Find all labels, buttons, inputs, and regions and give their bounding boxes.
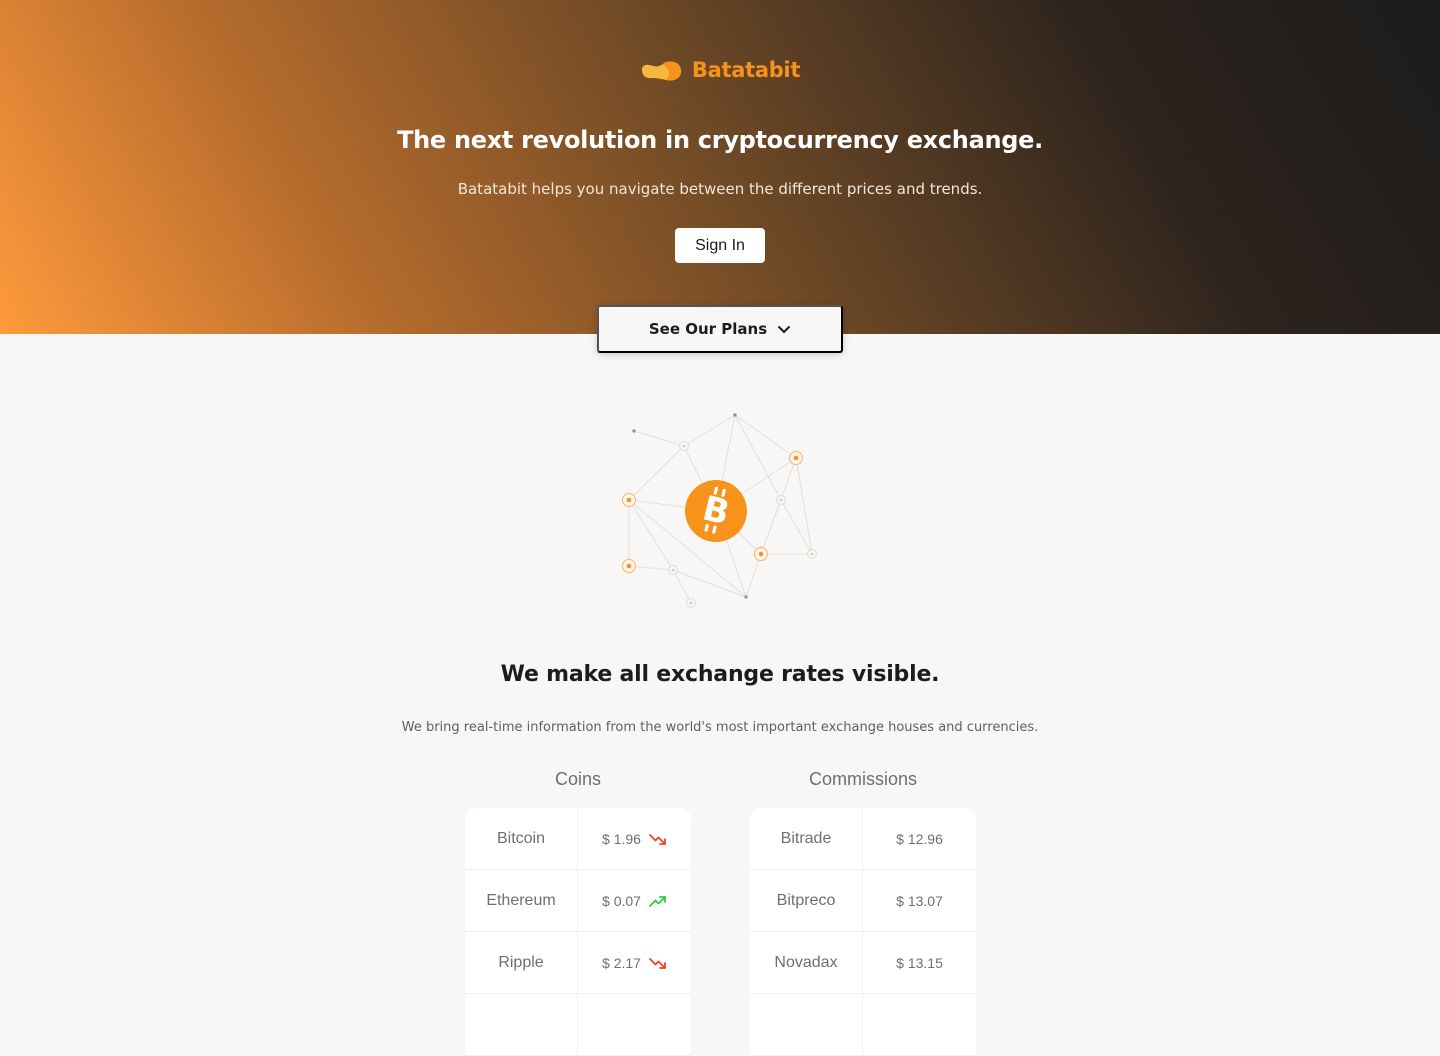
sign-in-button[interactable]: Sign In [675, 228, 765, 263]
brand-logo[interactable]: Batatabit [0, 56, 1440, 84]
hero-title: The next revolution in cryptocurrency ex… [397, 126, 1043, 154]
trending-up-icon [649, 895, 666, 907]
coin-price: $ 2.17 [602, 954, 641, 971]
sign-in-label: Sign In [695, 236, 745, 254]
bitcoin-icon: B [685, 480, 747, 542]
exchange-name: Bitpreco [750, 870, 863, 931]
table-row: Ethereum $ 0.07 [465, 870, 691, 932]
exchange-name: Novadax [750, 932, 863, 993]
see-plans-button[interactable]: See Our Plans [597, 305, 843, 353]
exchange-name: Bitrade [750, 808, 863, 869]
commission-value: $ 13.15 [896, 954, 943, 971]
coin-price-cell: $ 2.17 [578, 932, 691, 993]
see-plans-label: See Our Plans [648, 320, 768, 338]
table-row-partial [750, 994, 976, 1056]
commission-value: $ 12.96 [896, 830, 943, 847]
coins-table: Coins Bitcoin $ 1.96 Ethereum $ 0.07 Rip… [465, 766, 691, 1056]
coin-price-cell: $ 1.96 [578, 808, 691, 869]
commissions-table-caption: Commissions [808, 769, 918, 789]
chevron-down-icon [778, 325, 791, 333]
table-row-partial [465, 994, 691, 1056]
commission-value: $ 13.07 [896, 892, 943, 909]
table-row: Bitrade $ 12.96 [750, 808, 976, 870]
coin-price-cell: $ 0.07 [578, 870, 691, 931]
coin-price: $ 1.96 [602, 830, 641, 847]
bitcoin-network-illustration: B [622, 413, 817, 608]
hero-subtitle: Batatabit helps you navigate between the… [457, 180, 983, 198]
commissions-table: Commissions Bitrade $ 12.96 Bitpreco $ 1… [750, 766, 976, 1056]
exchange-section-subtitle: We bring real-time information from the … [401, 720, 1039, 735]
coin-name: Bitcoin [465, 808, 578, 869]
trending-down-icon [649, 833, 666, 845]
coins-table-card: Bitcoin $ 1.96 Ethereum $ 0.07 Ripple $ … [465, 808, 691, 1056]
exchange-section-title: We make all exchange rates visible. [500, 662, 940, 687]
brand-name: Batatabit [691, 58, 801, 82]
coins-table-caption: Coins [554, 769, 602, 789]
commissions-table-card: Bitrade $ 12.96 Bitpreco $ 13.07 Novadax… [750, 808, 976, 1056]
coin-price: $ 0.07 [602, 892, 641, 909]
table-row: Bitpreco $ 13.07 [750, 870, 976, 932]
hero-banner: Batatabit The next revolution in cryptoc… [0, 0, 1440, 334]
coin-name: Ethereum [465, 870, 578, 931]
coin-name: Ripple [465, 932, 578, 993]
potato-logo-icon [641, 61, 681, 81]
table-row: Novadax $ 13.15 [750, 932, 976, 994]
table-row: Bitcoin $ 1.96 [465, 808, 691, 870]
table-row: Ripple $ 2.17 [465, 932, 691, 994]
trending-down-icon [649, 957, 666, 969]
